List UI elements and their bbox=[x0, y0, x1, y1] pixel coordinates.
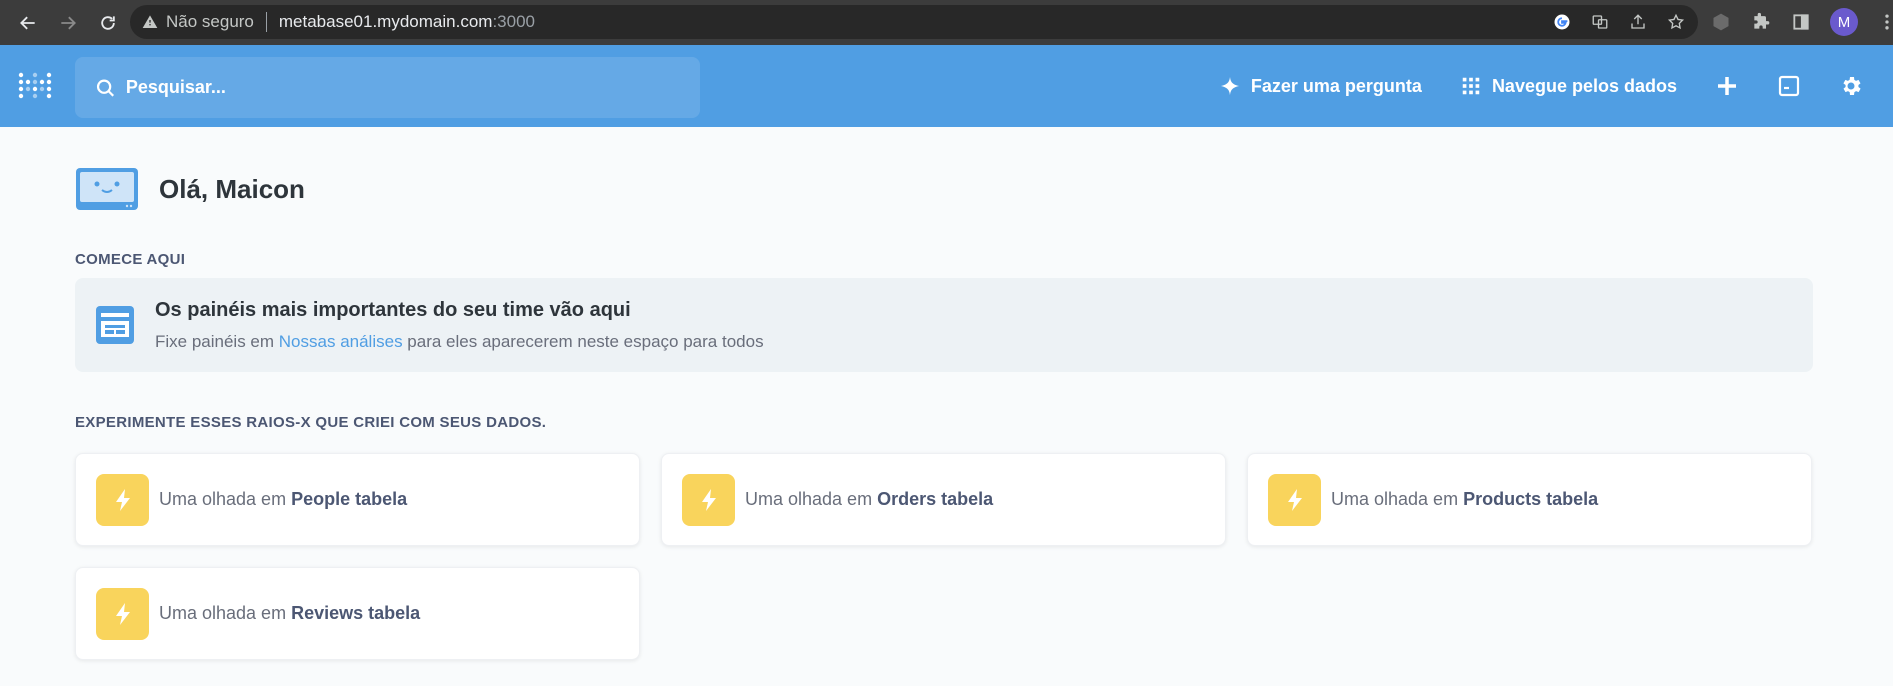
bolt-icon bbox=[96, 473, 149, 526]
app-header: Fazer uma pergunta Navegue pelos dados bbox=[0, 45, 1893, 127]
our-analytics-link[interactable]: Nossas análises bbox=[279, 332, 403, 351]
forward-icon[interactable] bbox=[48, 3, 88, 43]
bookmark-star-icon[interactable] bbox=[1666, 12, 1686, 32]
browse-data-button[interactable]: Navegue pelos dados bbox=[1460, 75, 1677, 97]
greeting-text: Olá, Maicon bbox=[159, 173, 305, 204]
new-button[interactable] bbox=[1715, 74, 1739, 98]
profile-avatar[interactable]: M bbox=[1830, 8, 1858, 36]
xray-grid: Uma olhada em People tabela Uma olhada e… bbox=[75, 453, 1818, 660]
terminal-icon bbox=[1778, 75, 1800, 97]
start-card-description: Fixe painéis em Nossas análises para ele… bbox=[155, 331, 764, 351]
xray-card-products[interactable]: Uma olhada em Products tabela bbox=[1247, 453, 1812, 546]
back-icon[interactable] bbox=[8, 3, 48, 43]
home-page: Olá, Maicon COMECE AQUI Os painéis mais … bbox=[0, 167, 1893, 660]
google-icon[interactable] bbox=[1552, 12, 1572, 32]
ask-question-button[interactable]: Fazer uma pergunta bbox=[1219, 75, 1422, 97]
search-input[interactable] bbox=[125, 77, 680, 98]
xray-label: Uma olhada em Reviews tabela bbox=[159, 603, 421, 623]
url-text: metabase01.mydomain.com:3000 bbox=[278, 12, 535, 31]
greeting: Olá, Maicon bbox=[75, 167, 1818, 211]
sparkle-icon bbox=[1220, 76, 1240, 96]
sql-editor-button[interactable] bbox=[1777, 74, 1801, 98]
xray-section-title: EXPERIMENTE ESSES RAIOS-X QUE CRIEI COM … bbox=[75, 414, 547, 431]
plus-icon bbox=[1718, 77, 1736, 95]
grid-icon bbox=[1462, 77, 1480, 95]
reload-icon[interactable] bbox=[88, 3, 128, 43]
browse-data-label: Navegue pelos dados bbox=[1491, 75, 1677, 96]
metabase-logo-icon[interactable] bbox=[18, 69, 52, 103]
xray-card-orders[interactable]: Uma olhada em Orders tabela bbox=[661, 453, 1226, 546]
dashboard-icon bbox=[96, 306, 134, 344]
xray-label: Uma olhada em Products tabela bbox=[1331, 489, 1599, 509]
settings-button[interactable] bbox=[1839, 74, 1863, 98]
bolt-icon bbox=[682, 473, 735, 526]
start-section-title: COMECE AQUI bbox=[75, 251, 186, 268]
translate-icon[interactable] bbox=[1590, 12, 1610, 32]
extensions-puzzle-icon[interactable] bbox=[1750, 11, 1772, 33]
extension-box-icon[interactable] bbox=[1710, 11, 1732, 33]
xray-card-reviews[interactable]: Uma olhada em Reviews tabela bbox=[75, 567, 640, 660]
pinned-dashboards-card: Os painéis mais importantes do seu time … bbox=[75, 278, 1813, 372]
separator bbox=[265, 12, 267, 32]
address-bar[interactable]: Não seguro metabase01.mydomain.com:3000 bbox=[130, 5, 1698, 39]
warning-icon bbox=[142, 15, 158, 28]
insecure-label: Não seguro bbox=[166, 12, 254, 31]
gear-icon bbox=[1843, 77, 1861, 95]
xray-label: Uma olhada em People tabela bbox=[159, 489, 408, 509]
bolt-icon bbox=[1268, 473, 1321, 526]
browser-toolbar: Não seguro metabase01.mydomain.com:3000 bbox=[0, 0, 1893, 45]
share-icon[interactable] bbox=[1628, 12, 1648, 32]
chrome-menu-icon[interactable] bbox=[1876, 11, 1893, 33]
side-panel-icon[interactable] bbox=[1790, 11, 1812, 33]
xray-card-people[interactable]: Uma olhada em People tabela bbox=[75, 453, 640, 546]
xray-label: Uma olhada em Orders tabela bbox=[745, 489, 994, 509]
search-bar[interactable] bbox=[75, 57, 700, 118]
metabot-icon bbox=[76, 168, 138, 210]
search-icon bbox=[96, 79, 115, 97]
bolt-icon bbox=[96, 587, 149, 640]
ask-question-label: Fazer uma pergunta bbox=[1250, 75, 1422, 96]
start-card-title: Os painéis mais importantes do seu time … bbox=[155, 298, 631, 321]
